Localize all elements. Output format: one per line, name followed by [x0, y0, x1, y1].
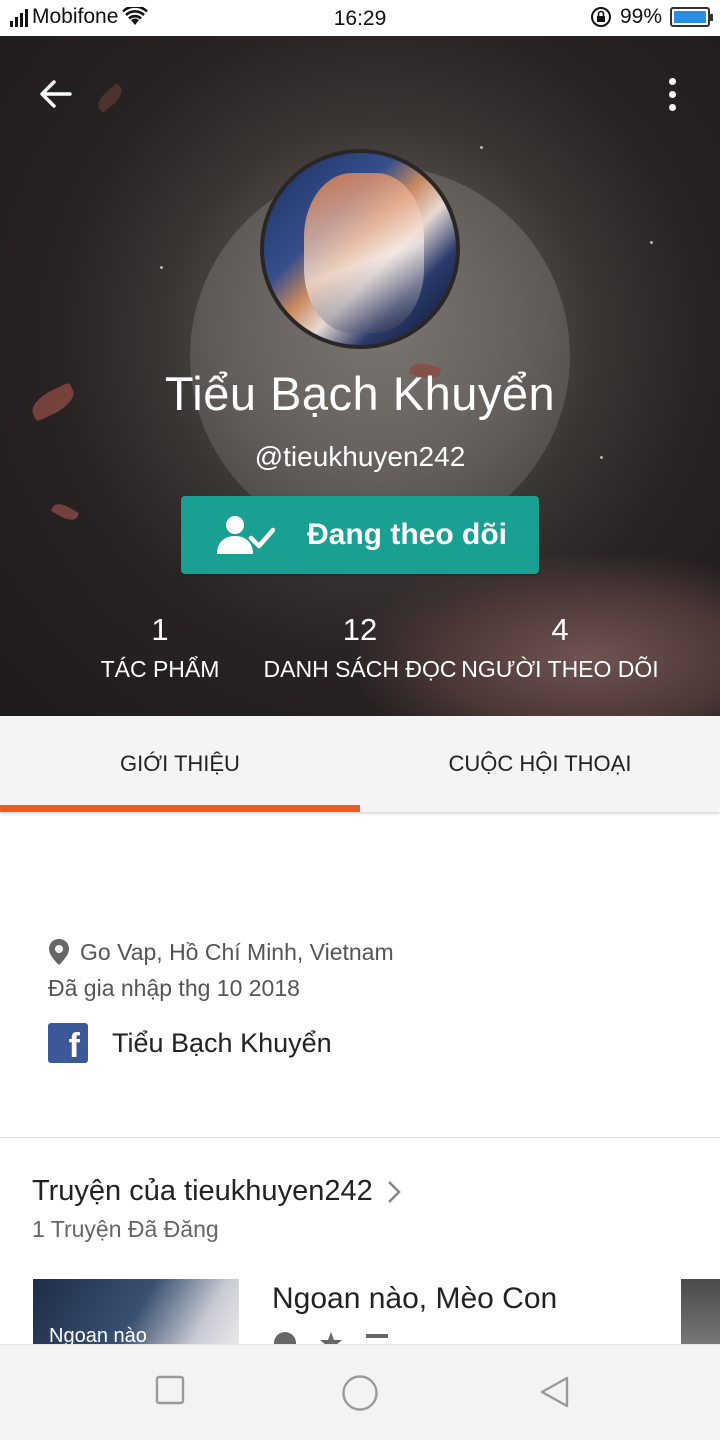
rotation-lock-icon — [590, 7, 611, 27]
stat-label: NGƯỜI THEO DÕI — [461, 656, 659, 682]
status-bar: Mobifone 16:29 99% — [0, 0, 720, 36]
profile-header: Tiểu Bạch Khuyển @tieukhuyen242 Đang the… — [0, 36, 720, 716]
more-vertical-icon-dot — [668, 77, 676, 85]
joined-date: Đã gia nhập thg 10 2018 — [48, 975, 300, 1001]
stories-title: Truyện của tieukhuyen242 — [32, 1175, 373, 1207]
back-button[interactable] — [36, 74, 76, 114]
more-options-button[interactable] — [660, 74, 684, 114]
more-vertical-icon-dot — [668, 103, 676, 111]
location-pin-icon — [49, 939, 69, 965]
following-button-label: Đang theo dõi — [307, 518, 507, 551]
battery-percent: 99% — [619, 5, 662, 28]
section-divider — [0, 1137, 720, 1138]
tab-conversations[interactable]: CUỘC HỘI THOẠI — [360, 716, 720, 812]
profile-name: Tiểu Bạch Khuyển — [164, 367, 556, 420]
profile-stats: 1 TÁC PHẨM 12 DANH SÁCH ĐỌC 4 NGƯỜI THEO… — [0, 612, 720, 692]
facebook-row[interactable]: f Tiểu Bạch Khuyển — [48, 1023, 688, 1063]
star-icon — [320, 1332, 342, 1344]
next-story-cover[interactable] — [681, 1279, 720, 1349]
header-petal — [50, 500, 80, 524]
header-petal — [94, 82, 126, 114]
recent-apps-icon[interactable] — [155, 1375, 185, 1405]
following-button[interactable]: Đang theo dõi — [181, 496, 539, 574]
facebook-name: Tiểu Bạch Khuyển — [112, 1027, 332, 1058]
arrow-left-icon — [40, 80, 72, 108]
active-tab-indicator — [0, 805, 360, 812]
location-row: Go Vap, Hồ Chí Minh, Vietnam — [48, 935, 688, 969]
story-cover[interactable]: Ngoan nào — [33, 1279, 239, 1349]
stories-header[interactable]: Truyện của tieukhuyen242 — [32, 1175, 401, 1208]
stories-count: 1 Truyện Đã Đăng — [32, 1216, 219, 1242]
battery-icon — [670, 7, 713, 27]
header-star — [160, 266, 163, 269]
status-right: 99% — [590, 5, 713, 29]
home-icon[interactable] — [341, 1374, 379, 1412]
avatar-artwork — [304, 173, 424, 333]
location-text: Go Vap, Hồ Chí Minh, Vietnam — [80, 938, 394, 965]
avatar[interactable] — [260, 149, 460, 349]
chevron-right-icon — [387, 1180, 401, 1203]
stat-value: 4 — [551, 612, 569, 647]
tab-about[interactable]: GIỚI THIỆU — [0, 716, 360, 812]
more-vertical-icon-dot — [668, 90, 676, 98]
back-nav-icon[interactable] — [538, 1375, 570, 1409]
facebook-icon: f — [48, 1023, 88, 1063]
header-star — [480, 146, 483, 149]
stat-followers[interactable]: 4 NGƯỜI THEO DÕI — [440, 612, 680, 683]
story-meta — [272, 1330, 492, 1344]
profile-handle: @tieukhuyen242 — [254, 441, 466, 472]
profile-tabs: GIỚI THIỆU CUỘC HỘI THOẠI — [0, 716, 720, 812]
user-check-icon — [217, 516, 275, 554]
list-icon — [366, 1334, 388, 1338]
about-section: Go Vap, Hồ Chí Minh, Vietnam Đã gia nhập… — [48, 935, 688, 1063]
battery-fill — [674, 11, 706, 23]
system-nav-bar — [0, 1344, 720, 1440]
header-star — [650, 241, 653, 244]
eye-icon — [274, 1332, 296, 1344]
story-title[interactable]: Ngoan nào, Mèo Con — [272, 1282, 557, 1316]
